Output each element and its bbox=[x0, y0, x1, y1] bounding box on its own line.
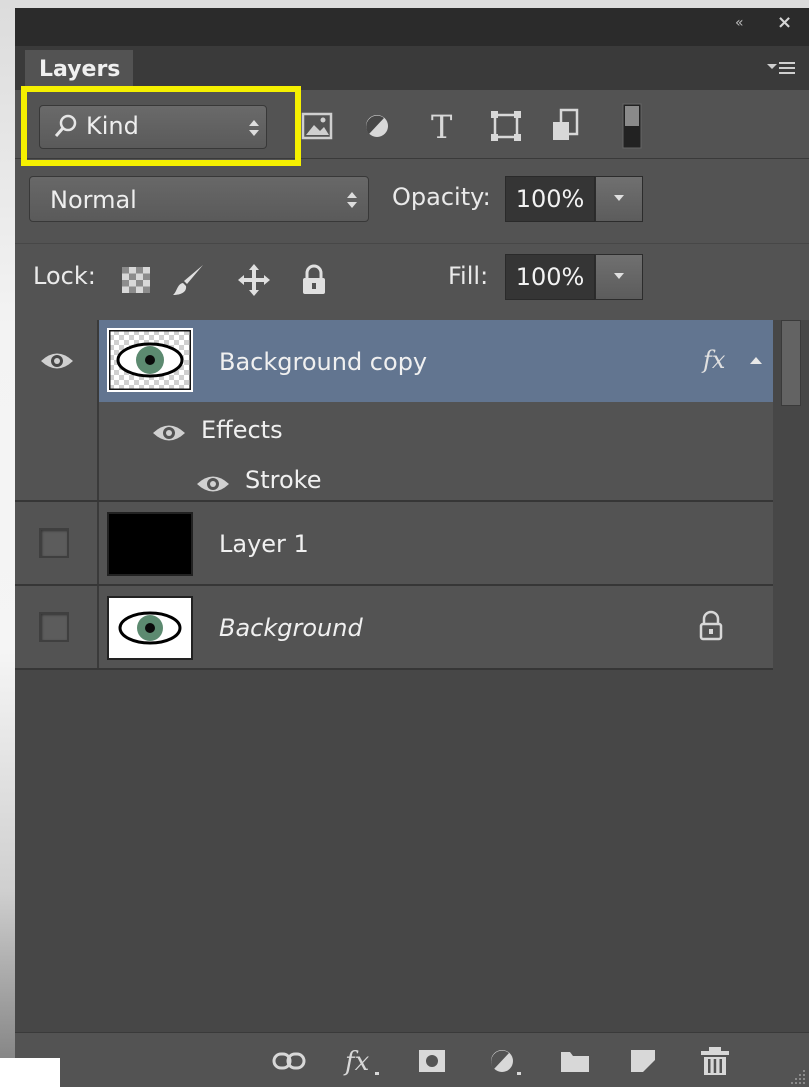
layer-locked-icon bbox=[699, 610, 723, 641]
lock-transparent-pixels-icon[interactable] bbox=[119, 262, 153, 298]
adjustment-layer-filter-icon[interactable] bbox=[359, 106, 399, 146]
type-layer-filter-icon[interactable]: T bbox=[425, 106, 465, 146]
svg-text:fx: fx bbox=[343, 1047, 370, 1077]
layers-panel: « × Layers Kind T Normal Opacity: 100% L… bbox=[15, 8, 809, 1087]
layer-row-layer-1[interactable]: Layer 1 bbox=[15, 502, 773, 586]
add-layer-mask-icon[interactable] bbox=[413, 1044, 453, 1078]
select-arrows-icon bbox=[347, 192, 357, 208]
layer-name[interactable]: Background bbox=[219, 614, 363, 642]
new-layer-icon[interactable] bbox=[623, 1044, 663, 1078]
delete-layer-icon[interactable] bbox=[695, 1044, 735, 1078]
background-patch bbox=[0, 1058, 60, 1087]
effects-visibility-icon[interactable] bbox=[151, 422, 187, 444]
filter-toggle-icon[interactable] bbox=[615, 102, 655, 150]
layer-row-background-copy[interactable]: Background copy fx Effects Stroke bbox=[15, 320, 773, 502]
layer-thumbnail bbox=[107, 596, 193, 660]
chevron-down-icon bbox=[614, 273, 624, 279]
opacity-field[interactable]: 100% bbox=[505, 176, 595, 222]
fill-dropdown-button[interactable] bbox=[595, 254, 643, 300]
scrollbar-thumb[interactable] bbox=[781, 320, 801, 406]
lock-all-icon[interactable] bbox=[297, 262, 331, 298]
link-layers-icon[interactable] bbox=[269, 1044, 309, 1078]
eye-image-icon bbox=[118, 611, 182, 645]
panel-title-bar: « × bbox=[15, 8, 809, 46]
visibility-eye-icon[interactable] bbox=[39, 350, 75, 372]
stroke-visibility-icon[interactable] bbox=[195, 473, 231, 495]
layer-name[interactable]: Layer 1 bbox=[219, 530, 309, 558]
svg-text:T: T bbox=[431, 108, 453, 146]
layers-scrollbar[interactable] bbox=[773, 320, 809, 1032]
panel-menu-icon[interactable] bbox=[763, 54, 797, 82]
new-adjustment-layer-icon[interactable] bbox=[485, 1044, 525, 1078]
chevron-down-icon bbox=[614, 195, 624, 201]
blend-mode-select[interactable]: Normal bbox=[29, 176, 369, 222]
smart-object-filter-icon[interactable] bbox=[549, 106, 589, 146]
layer-row-background[interactable]: Background bbox=[15, 586, 773, 670]
lock-image-pixels-icon[interactable] bbox=[171, 262, 205, 298]
panel-tab-strip: Layers bbox=[15, 46, 809, 90]
layer-name[interactable]: Background copy bbox=[219, 348, 427, 376]
visibility-toggle-box[interactable] bbox=[39, 612, 69, 642]
expand-effects-icon[interactable] bbox=[748, 354, 764, 366]
highlight-annotation bbox=[21, 86, 301, 166]
eye-image-icon bbox=[109, 330, 191, 390]
layer-thumbnail bbox=[107, 328, 193, 392]
layer-fx-icon[interactable]: fx bbox=[703, 346, 725, 374]
pixel-layer-filter-icon[interactable] bbox=[301, 106, 341, 146]
collapse-panel-icon[interactable]: « bbox=[735, 15, 743, 31]
stroke-effect-label: Stroke bbox=[245, 466, 322, 494]
layers-bottom-toolbar bbox=[15, 1032, 809, 1087]
tab-layers[interactable]: Layers bbox=[25, 50, 133, 90]
shape-layer-filter-icon[interactable] bbox=[487, 106, 527, 146]
visibility-column bbox=[15, 320, 99, 500]
add-layer-style-icon[interactable]: fx bbox=[343, 1044, 383, 1078]
fill-label: Fill: bbox=[448, 262, 489, 290]
visibility-toggle-box[interactable] bbox=[39, 528, 69, 558]
resize-grip-icon[interactable] bbox=[787, 1066, 807, 1086]
layer-thumbnail bbox=[107, 512, 193, 576]
lock-position-icon[interactable] bbox=[237, 262, 271, 298]
fill-field[interactable]: 100% bbox=[505, 254, 595, 300]
opacity-dropdown-button[interactable] bbox=[595, 176, 643, 222]
close-panel-icon[interactable]: × bbox=[777, 12, 792, 33]
new-group-icon[interactable] bbox=[555, 1044, 595, 1078]
effects-label: Effects bbox=[201, 416, 283, 444]
opacity-label: Opacity: bbox=[392, 183, 491, 211]
layer-row-header[interactable] bbox=[99, 320, 773, 402]
lock-label: Lock: bbox=[33, 262, 96, 290]
blend-mode-label: Normal bbox=[50, 186, 137, 214]
